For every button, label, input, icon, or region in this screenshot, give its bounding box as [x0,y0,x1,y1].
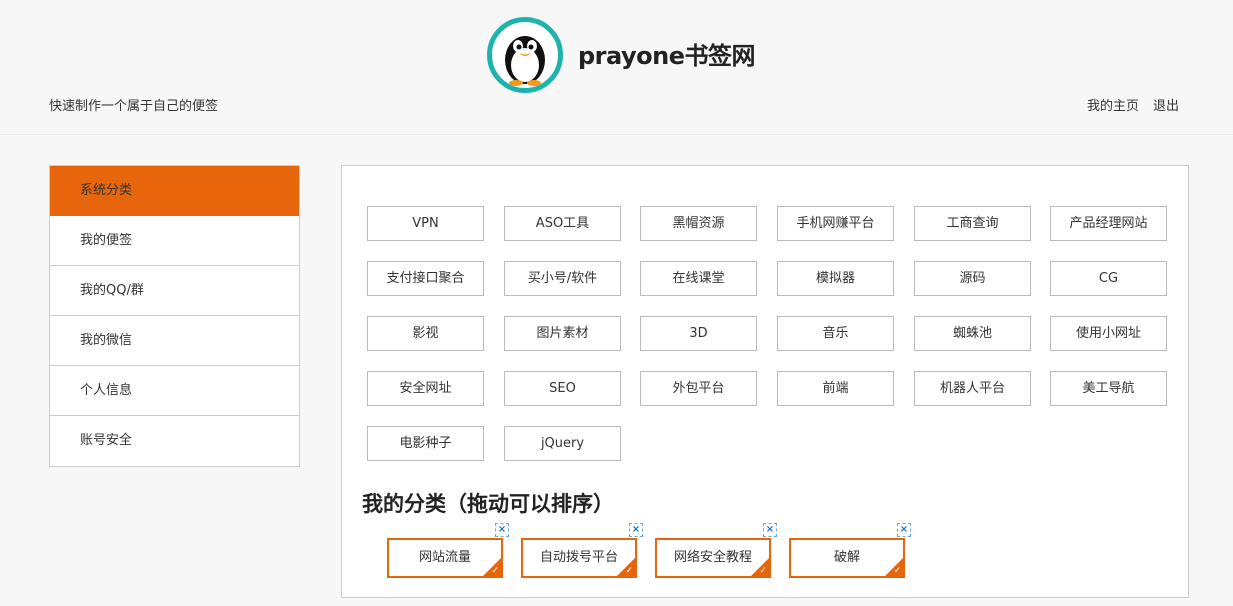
check-icon: ✓ [893,566,901,576]
sidebar: 系统分类 我的便签 我的QQ/群 我的微信 个人信息 账号安全 [49,165,300,467]
my-category-label: 自动拨号平台 [539,550,618,565]
delete-icon[interactable]: × [495,523,509,537]
home-link[interactable]: 我的主页 [1087,95,1139,114]
category-button[interactable]: 在线课堂 [640,261,757,296]
category-button[interactable]: 工商查询 [914,206,1031,241]
my-category-label: 网络安全教程 [673,550,752,565]
header: prayone书签网 快速制作一个属于自己的便签 我的主页 退出 [0,0,1233,135]
category-button[interactable]: jQuery [504,426,621,461]
category-button[interactable]: VPN [367,206,484,241]
my-category-item[interactable]: 破解 ✓ [789,538,905,578]
category-button[interactable]: ASO工具 [504,206,621,241]
category-button[interactable]: 模拟器 [777,261,894,296]
top-links: 我的主页 退出 [1087,95,1179,114]
page: prayone书签网 快速制作一个属于自己的便签 我的主页 退出 系统分类 我的… [0,0,1233,606]
logout-link[interactable]: 退出 [1153,95,1179,114]
category-button[interactable]: 支付接口聚合 [367,261,484,296]
delete-icon[interactable]: × [763,523,777,537]
penguin-logo[interactable] [487,17,563,93]
category-button[interactable]: 黑帽资源 [640,206,757,241]
sidebar-item-account-security[interactable]: 账号安全 [50,416,299,466]
category-button[interactable]: 安全网址 [367,371,484,406]
category-button[interactable]: 图片素材 [504,316,621,351]
sidebar-item-my-bookmarks[interactable]: 我的便签 [50,216,299,266]
my-category-item[interactable]: 自动拨号平台 ✓ [521,538,637,578]
category-button[interactable]: 电影种子 [367,426,484,461]
sidebar-item-my-qq[interactable]: 我的QQ/群 [50,266,299,316]
tagline: 快速制作一个属于自己的便签 [49,99,219,114]
category-button[interactable]: 源码 [914,261,1031,296]
category-button[interactable]: 美工导航 [1050,371,1167,406]
my-category-label: 破解 [833,550,860,565]
category-button[interactable]: 前端 [777,371,894,406]
site-title: prayone书签网 [578,42,755,70]
category-button[interactable]: 机器人平台 [914,371,1031,406]
category-button[interactable]: CG [1050,261,1167,296]
sidebar-item-system-categories[interactable]: 系统分类 [50,166,299,216]
category-button[interactable]: 产品经理网站 [1050,206,1167,241]
category-button[interactable]: 蜘蛛池 [914,316,1031,351]
delete-icon[interactable]: × [629,523,643,537]
check-icon: ✓ [491,566,499,576]
main-panel: VPN ASO工具 黑帽资源 手机网赚平台 工商查询 产品经理网站 支付接口聚合… [341,165,1189,598]
category-button[interactable]: SEO [504,371,621,406]
category-button[interactable]: 外包平台 [640,371,757,406]
my-category-item[interactable]: 网站流量 ✓ [387,538,503,578]
category-button[interactable]: 使用小网址 [1050,316,1167,351]
sidebar-item-my-wechat[interactable]: 我的微信 [50,316,299,366]
my-category-item[interactable]: 网络安全教程 ✓ [655,538,771,578]
check-icon: ✓ [625,566,633,576]
check-icon: ✓ [759,566,767,576]
category-button[interactable]: 3D [640,316,757,351]
sidebar-item-profile[interactable]: 个人信息 [50,366,299,416]
category-button[interactable]: 手机网赚平台 [777,206,894,241]
my-category-label: 网站流量 [418,550,471,565]
category-button[interactable]: 买小号/软件 [504,261,621,296]
penguin-icon [505,36,545,86]
my-categories-title: 我的分类（拖动可以排序） [362,492,614,516]
category-button[interactable]: 音乐 [777,316,894,351]
delete-icon[interactable]: × [897,523,911,537]
category-button[interactable]: 影视 [367,316,484,351]
